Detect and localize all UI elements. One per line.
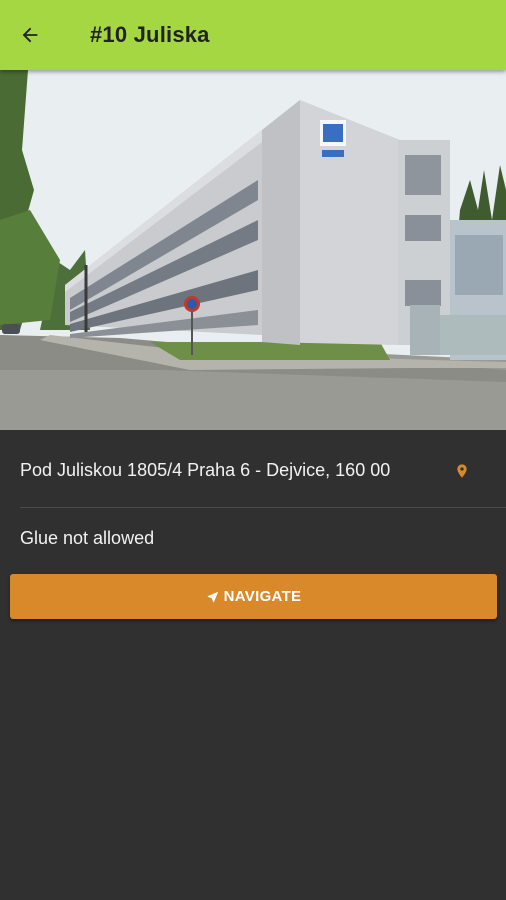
navigate-button[interactable]: NAVIGATE [10,574,497,619]
note-text: Glue not allowed [20,528,155,548]
divider [20,507,506,508]
address-text: Pod Juliskou 1805/4 Praha 6 - Dejvice, 1… [20,460,391,480]
location-photo [0,70,506,430]
map-pin-icon[interactable] [454,461,470,481]
navigate-label: NAVIGATE [223,588,302,605]
back-button[interactable] [14,19,46,51]
arrow-left-icon [22,27,38,43]
navigation-arrow-icon [207,591,218,602]
page-title: #10 Juliska [90,22,210,47]
address-row: Pod Juliskou 1805/4 Praha 6 - Dejvice, 1… [0,430,506,508]
app-bar: #10 Juliska [0,0,506,70]
